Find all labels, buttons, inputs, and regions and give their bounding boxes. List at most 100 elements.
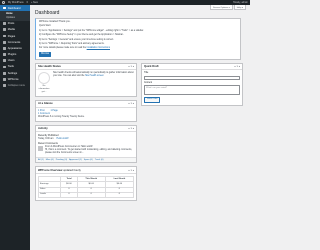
widget-header: At a Glance ▴ ▾ ▴ xyxy=(36,101,136,108)
comment-text: Hi, this is a comment. To get started wi… xyxy=(45,149,133,155)
notice-help: For more details please make sure to rea… xyxy=(39,47,237,50)
overview-note: updated hourly xyxy=(63,168,81,172)
comments-spam-link[interactable]: Spam (0) xyxy=(84,159,93,161)
widget-header: WPForce Overview updated hourly ▴ ▾ ▴ xyxy=(36,167,136,175)
dismiss-button[interactable]: Dismiss xyxy=(39,52,52,57)
comment-item: From A WordPress Commenter on Hello worl… xyxy=(38,146,134,155)
toggle-icon[interactable]: ▴ xyxy=(133,65,134,68)
chevron-up-icon[interactable]: ▴ xyxy=(234,65,235,68)
widget-header: Quick Draft ▴ ▾ ▴ xyxy=(142,64,242,71)
toggle-icon[interactable]: ▴ xyxy=(239,65,240,68)
chevron-up-icon[interactable]: ▴ xyxy=(128,127,129,130)
dashboard-icon xyxy=(3,6,6,10)
wordpress-logo-icon[interactable] xyxy=(2,1,5,4)
widget-controls: ▴ ▾ ▴ xyxy=(128,127,134,130)
content-label: Content xyxy=(144,81,153,84)
notice-line: 1) Go to "Applications > Settings" and p… xyxy=(39,29,144,32)
widget-body: No information yet... Site health checks… xyxy=(36,70,136,96)
comments-trash-link[interactable]: Trash (0) xyxy=(95,159,104,161)
table-cell: 0 xyxy=(60,191,78,199)
comments-pending-link[interactable]: Pending (0) xyxy=(56,159,67,161)
chevron-down-icon[interactable]: ▾ xyxy=(131,127,132,130)
sidebar-item-label: WPForce xyxy=(7,77,19,81)
widget-title: At a Glance xyxy=(38,102,53,106)
page-title: Dashboard xyxy=(35,10,60,16)
post-link[interactable]: Hello world! xyxy=(57,138,69,141)
screen-options-button[interactable]: Screen Options ▾ xyxy=(209,5,233,11)
toggle-icon[interactable]: ▴ xyxy=(133,127,134,130)
help-button[interactable]: Help ▾ xyxy=(233,5,246,11)
site-name-link[interactable]: My WordPress xyxy=(8,1,24,4)
main-content: Screen Options ▾ Help ▾ Dashboard WPForc… xyxy=(30,5,250,250)
post-date: Today, 9:00 am xyxy=(38,138,54,141)
dashboard-submenu: Home Updates xyxy=(0,11,30,21)
comments-approved-link[interactable]: Approved (1) xyxy=(69,159,82,161)
chevron-up-icon[interactable]: ▴ xyxy=(128,169,129,172)
widget-body: 1 Post 1 Page 1 Comment WordPress 6.x ru… xyxy=(36,108,136,121)
save-draft-button[interactable]: Save Draft xyxy=(144,96,161,103)
installation-instructions-link[interactable]: Installation Instructions xyxy=(87,47,110,49)
pages-count-link[interactable]: 1 Page xyxy=(51,110,58,113)
quick-draft-widget: Quick Draft ▴ ▾ ▴ Title Content What's on … xyxy=(141,62,243,106)
admin-sidebar: Dashboard Home Updates Posts Media Pages… xyxy=(0,5,30,250)
widget-title: Site Health Status xyxy=(38,65,61,69)
wpforce-overview-widget: WPForce Overview updated hourly ▴ ▾ ▴ Tota… xyxy=(35,166,137,201)
widget-controls: ▴ ▾ ▴ xyxy=(234,65,240,68)
notice-line: 2) Configure the "WPForce Setup" in your… xyxy=(39,34,125,37)
widget-controls: ▴ ▾ ▴ xyxy=(128,65,134,68)
widget-controls: ▴ ▾ ▴ xyxy=(128,169,134,172)
chevron-up-icon[interactable]: ▴ xyxy=(128,102,129,105)
comments-mine-link[interactable]: Mine (0) xyxy=(46,159,54,161)
sidebar-item-label: Appearance xyxy=(7,46,22,50)
settings-icon xyxy=(3,71,6,75)
site-health-link[interactable]: Site Health screen xyxy=(85,75,104,77)
health-ring-icon xyxy=(38,72,50,85)
table-cell: 0 xyxy=(104,191,135,199)
chevron-down-icon[interactable]: ▾ xyxy=(131,169,132,172)
title-label: Title xyxy=(144,72,149,75)
chevron-down-icon[interactable]: ▾ xyxy=(131,102,132,105)
draft-content-textarea[interactable]: What's on your mind? xyxy=(144,85,240,96)
comments-count[interactable]: 0 xyxy=(27,1,28,4)
widget-column-right: Quick Draft ▴ ▾ ▴ Title Content What's on … xyxy=(141,62,243,201)
plugins-icon xyxy=(3,53,6,56)
health-description: Site health checks will automatically ru… xyxy=(53,72,134,78)
comments-all-link[interactable]: All (1) xyxy=(38,159,44,161)
sidebar-item-label: Comments xyxy=(7,40,21,44)
chevron-up-icon[interactable]: ▴ xyxy=(128,65,129,68)
published-post-row: Today, 9:00 am Hello world! xyxy=(38,138,134,141)
chevron-down-icon[interactable]: ▾ xyxy=(131,65,132,68)
howdy-user-menu[interactable]: Howdy, admin xyxy=(233,1,248,4)
submenu-updates[interactable]: Updates xyxy=(0,16,30,20)
sidebar-item-label: Posts xyxy=(7,22,15,26)
sidebar-item-label: Pages xyxy=(7,34,16,38)
sidebar-item-label: Tools xyxy=(7,65,14,69)
widget-column-left: Site Health Status ▴ ▾ ▴ No information ye… xyxy=(35,62,137,201)
collapse-icon xyxy=(3,84,6,87)
widget-title: WPForce Overview updated hourly xyxy=(38,169,81,172)
widget-title: Quick Draft xyxy=(144,65,159,69)
dashboard-widgets: Site Health Status ▴ ▾ ▴ No information ye… xyxy=(35,62,246,201)
sidebar-item-label: Plugins xyxy=(7,53,17,57)
screen-meta-links: Screen Options ▾ Help ▾ xyxy=(209,5,246,11)
widget-body: Total This Month Last Month Earnings $0.… xyxy=(36,174,136,200)
notice-help-text: For more details please make sure to rea… xyxy=(39,47,86,50)
glance-footer: WordPress 6.x running Twenty Twenty them… xyxy=(38,115,85,118)
tools-icon xyxy=(3,65,6,69)
notice-line: 3) Go to "Settings > General" and ensure… xyxy=(39,38,114,41)
toggle-icon[interactable]: ▴ xyxy=(133,169,134,172)
sidebar-item-label: Media xyxy=(7,28,15,32)
collapse-menu-button[interactable]: Collapse menu xyxy=(0,82,30,88)
table-row: Leads 0 0 0 xyxy=(37,191,135,199)
draft-title-input[interactable] xyxy=(144,76,240,80)
toggle-icon[interactable]: ▴ xyxy=(133,102,134,105)
widget-body: Recently Published Today, 9:00 am Hello … xyxy=(36,132,136,157)
widget-header: Activity ▴ ▾ ▴ xyxy=(36,126,136,133)
new-content-link[interactable]: + New xyxy=(31,1,38,4)
site-health-widget: Site Health Status ▴ ▾ ▴ No information ye… xyxy=(35,62,137,97)
notice-line: Quick Start: xyxy=(39,25,51,28)
chevron-down-icon[interactable]: ▾ xyxy=(237,65,238,68)
widget-body: Title Content What's on your mind? Save … xyxy=(142,70,242,105)
users-icon xyxy=(3,59,6,63)
at-a-glance-widget: At a Glance ▴ ▾ ▴ 1 Post 1 Page 1 Comment … xyxy=(35,99,137,122)
